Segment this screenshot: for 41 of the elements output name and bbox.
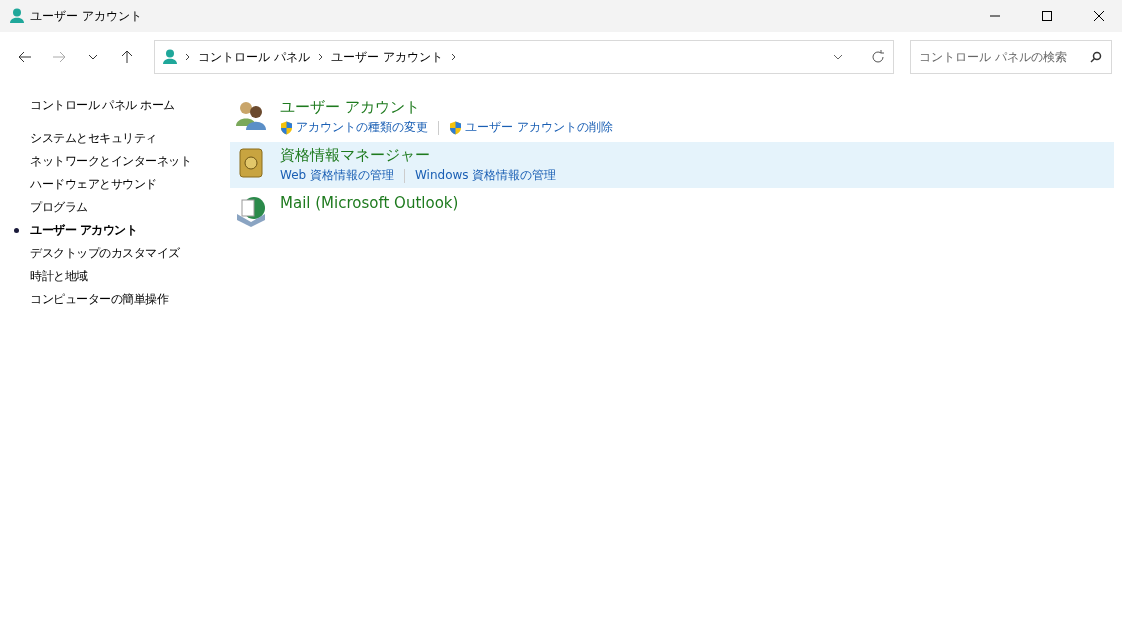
task-link[interactable]: Windows 資格情報の管理 (415, 167, 557, 184)
mail-globe-icon (234, 194, 268, 228)
chevron-icon (450, 53, 456, 61)
up-arrow-icon (121, 50, 133, 64)
chevron-icon (185, 53, 190, 61)
category-row[interactable]: Mail (Microsoft Outlook) (230, 190, 1114, 232)
category-title[interactable]: ユーザー アカウント (280, 98, 613, 117)
shield-icon (449, 120, 462, 135)
sidebar-item[interactable]: 時計と地域 (14, 265, 230, 288)
chevron-down-icon (88, 54, 98, 60)
sidebar-item[interactable]: コンピューターの簡単操作 (14, 288, 230, 311)
dropdown-icon[interactable] (833, 54, 843, 60)
category-row-highlighted[interactable]: 資格情報マネージャー Web 資格情報の管理 Windows 資格情報の管理 (230, 142, 1114, 188)
breadcrumb[interactable]: コントロール パネル (198, 48, 310, 66)
sidebar-item[interactable]: デスクトップのカスタマイズ (14, 242, 230, 265)
user-icon (10, 8, 24, 24)
sidebar-home-link[interactable]: コントロール パネル ホーム (14, 94, 230, 117)
category-title[interactable]: 資格情報マネージャー (280, 146, 557, 165)
refresh-icon[interactable] (871, 50, 885, 64)
user-icon (163, 49, 177, 65)
shield-icon (280, 120, 293, 135)
forward-arrow-icon (52, 51, 66, 63)
sidebar-item[interactable]: ユーザー アカウント (14, 219, 230, 242)
sidebar-item[interactable]: ネットワークとインターネット (14, 150, 230, 173)
address-bar[interactable]: コントロール パネル ユーザー アカウント (154, 40, 894, 74)
back-arrow-icon (18, 51, 32, 63)
category-row[interactable]: ユーザー アカウント アカウントの種類の変更 ユーザー アカウントの削除 (230, 94, 1114, 140)
chevron-icon (317, 53, 323, 61)
sidebar-item[interactable]: ハードウェアとサウンド (14, 173, 230, 196)
task-link[interactable]: ユーザー アカウントの削除 (449, 119, 613, 136)
maximize-icon (1042, 11, 1052, 21)
window-title: ユーザー アカウント (30, 7, 143, 25)
close-icon (1094, 11, 1104, 21)
category-title[interactable]: Mail (Microsoft Outlook) (280, 194, 459, 212)
task-link[interactable]: Web 資格情報の管理 (280, 167, 394, 184)
search-icon (1090, 51, 1102, 63)
sidebar-item[interactable]: システムとセキュリティ (14, 127, 230, 150)
task-link[interactable]: アカウントの種類の変更 (280, 119, 428, 136)
sidebar-item[interactable]: プログラム (14, 196, 230, 219)
breadcrumb[interactable]: ユーザー アカウント (330, 48, 443, 66)
search-field[interactable]: コントロール パネルの検索 (910, 40, 1112, 74)
